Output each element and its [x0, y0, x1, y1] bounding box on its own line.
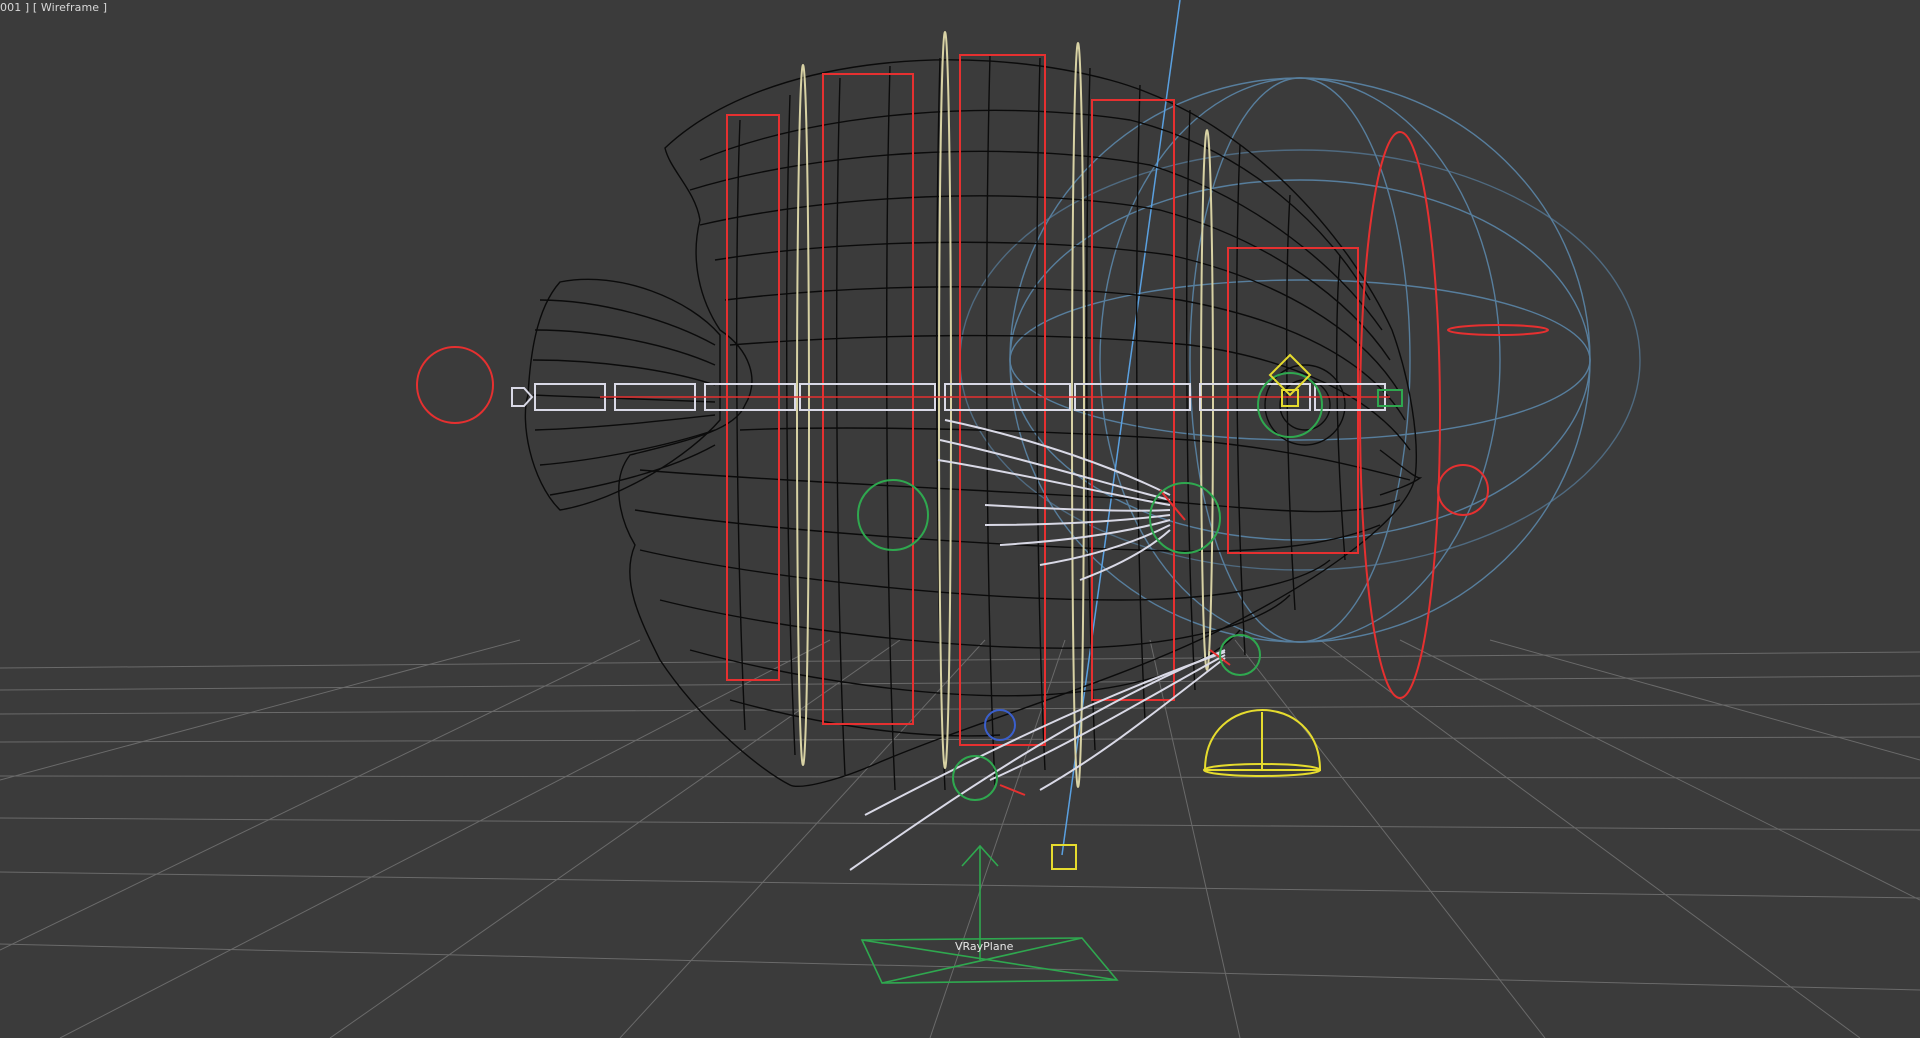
viewport-label[interactable]: 001 ] [ Wireframe ]: [0, 1, 107, 14]
wireframe-scene[interactable]: VRayPlane: [0, 0, 1920, 1038]
3d-viewport[interactable]: VRayPlane 001 ] [ Wireframe ]: [0, 0, 1920, 1038]
grid-line: [0, 817, 1920, 831]
vray-plane-label: VRayPlane: [955, 940, 1014, 953]
light-target-box[interactable]: [1051, 844, 1077, 870]
grid-line: [0, 775, 1920, 779]
tail-fin-outline: [524, 278, 721, 511]
grid-line: [1319, 639, 1861, 1038]
vray-plane-gizmo[interactable]: [860, 844, 1119, 984]
grid-line: [619, 639, 986, 1038]
grid-line: [1489, 639, 1920, 761]
head-control-ring[interactable]: [1359, 131, 1441, 699]
pectoral-fin-bones[interactable]: [937, 419, 1171, 581]
eye-helper-gizmo[interactable]: [1268, 353, 1312, 407]
bounding-sphere-gizmo[interactable]: [959, 77, 1641, 643]
light-target-line: [1061, 0, 1181, 856]
grid-line: [59, 639, 831, 1038]
dome-light-helper[interactable]: [1203, 709, 1322, 777]
fish-mesh[interactable]: [524, 55, 1423, 791]
spine-control-boxes[interactable]: [726, 54, 1359, 746]
grid-line: [0, 871, 1920, 899]
grid-line: [0, 639, 521, 781]
grid-line: [1399, 639, 1920, 901]
jaw-control[interactable]: [1437, 464, 1489, 516]
grid-line: [329, 639, 901, 1038]
grid-line: [1234, 639, 1546, 1038]
tail-root-control[interactable]: [416, 346, 494, 424]
